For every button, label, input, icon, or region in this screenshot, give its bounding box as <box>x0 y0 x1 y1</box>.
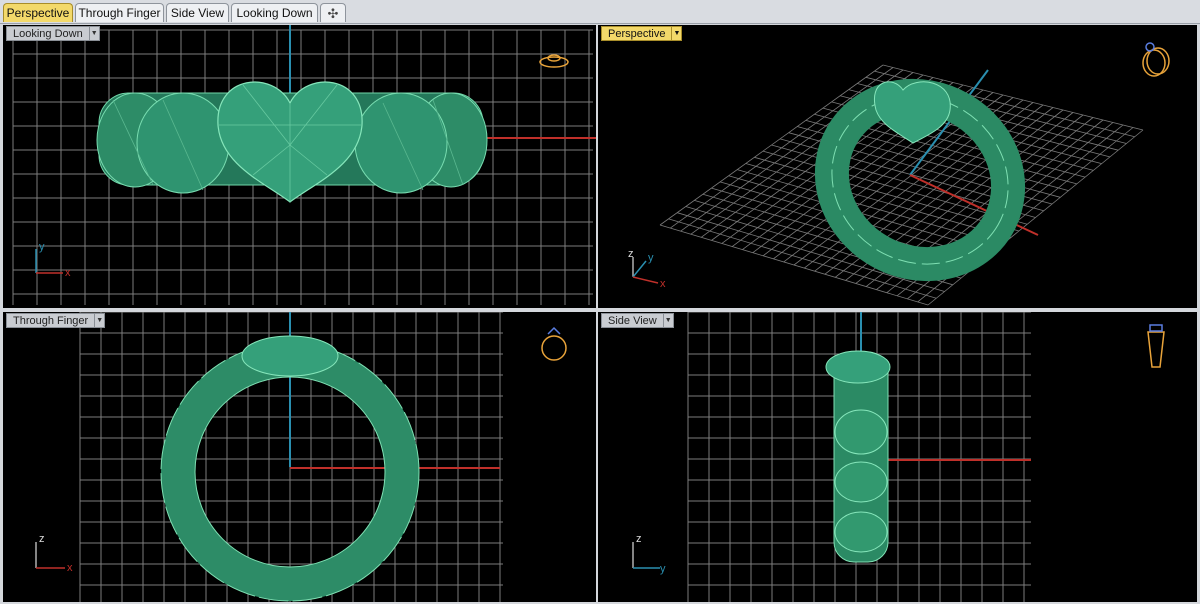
dropdown-arrow-icon[interactable]: ▼ <box>672 26 683 41</box>
viewport-label[interactable]: Perspective ▼ <box>601 26 683 41</box>
axis-label-x: x <box>65 267 71 279</box>
orientation-ring-icon <box>541 326 567 361</box>
axis-triad: z x <box>35 533 73 574</box>
axis-label-z: z <box>636 533 642 545</box>
viewport-title: Perspective <box>601 26 673 41</box>
axis-label-x: x <box>660 278 666 290</box>
axis-triad: y x <box>35 241 71 279</box>
dropdown-arrow-icon[interactable]: ▼ <box>663 313 674 328</box>
viewport-through-finger[interactable]: Through Finger ▼ z x <box>3 312 596 602</box>
viewport-canvas: y x <box>12 25 596 305</box>
axis-label-x: x <box>67 562 73 574</box>
viewport-looking-down[interactable]: Looking Down ▼ y x <box>3 25 596 308</box>
viewport-canvas: z x <box>35 312 567 602</box>
viewport-label[interactable]: Looking Down ▼ <box>6 26 100 41</box>
axis-label-y: y <box>660 563 666 575</box>
tab-side-view[interactable]: Side View <box>166 3 229 22</box>
viewport-perspective[interactable]: Perspective ▼ z y x <box>598 25 1197 308</box>
tab-through-finger[interactable]: Through Finger <box>75 3 164 22</box>
viewport-tab-bar: Perspective Through Finger Side View Loo… <box>0 0 1200 24</box>
viewport-canvas: z y <box>632 312 1165 602</box>
grid-line <box>927 129 1144 306</box>
axis-label-y: y <box>39 241 45 253</box>
axis-label-z: z <box>39 533 45 545</box>
orientation-ring-icon <box>1142 42 1170 77</box>
axis-label-y: y <box>648 252 654 264</box>
add-tab-button[interactable]: ✣ <box>320 3 346 22</box>
tab-perspective[interactable]: Perspective <box>3 3 73 22</box>
viewport-canvas: z y x <box>628 42 1170 306</box>
orientation-ring-icon <box>1147 324 1165 368</box>
viewport-title: Through Finger <box>6 313 96 328</box>
tab-looking-down[interactable]: Looking Down <box>231 3 318 22</box>
axis-triad: z y x <box>628 248 666 290</box>
ring-side-view <box>825 350 891 563</box>
axis-triad: z y <box>632 533 666 575</box>
dropdown-arrow-icon[interactable]: ▼ <box>89 26 100 41</box>
dropdown-arrow-icon[interactable]: ▼ <box>95 313 106 328</box>
viewport-side-view[interactable]: Side View ▼ z y <box>598 312 1197 602</box>
axis-label-z: z <box>628 248 634 260</box>
viewport-title: Looking Down <box>6 26 90 41</box>
ring-top-view <box>96 81 488 203</box>
viewport-label[interactable]: Side View ▼ <box>601 313 674 328</box>
orientation-ring-icon <box>539 54 569 68</box>
viewport-title: Side View <box>601 313 664 328</box>
viewport-label[interactable]: Through Finger ▼ <box>6 313 106 328</box>
